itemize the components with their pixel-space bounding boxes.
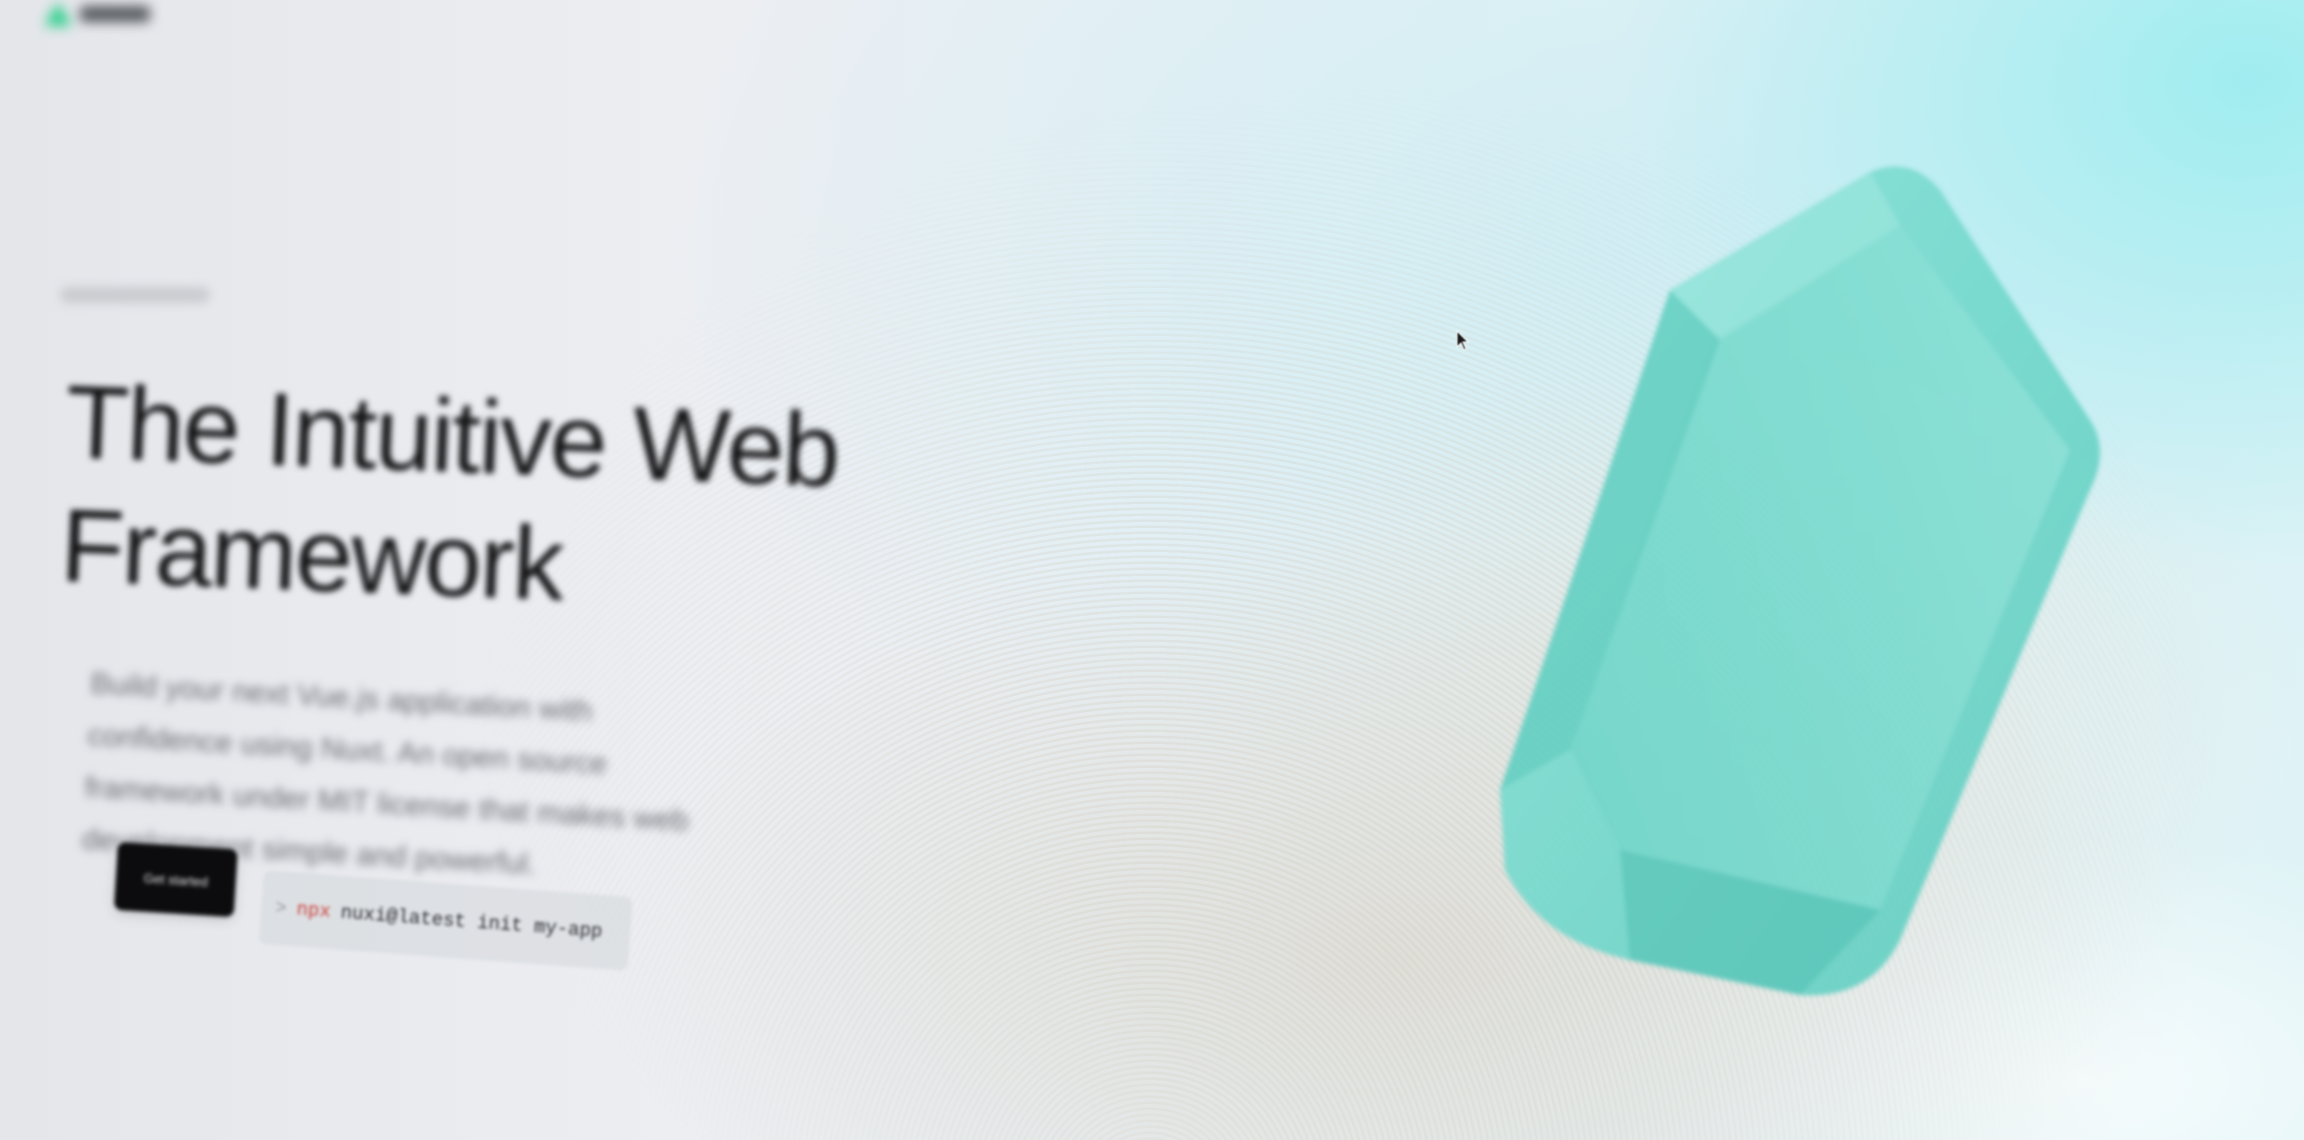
- hero-headline: The Intuitive Web Framework: [58, 363, 841, 624]
- brand-logo-icon[interactable]: [36, 0, 156, 32]
- command-binary: npx: [295, 898, 332, 923]
- announcement-pill: [60, 287, 210, 303]
- crystal-illustration: [1500, 166, 2100, 996]
- mouse-cursor-icon: [1456, 330, 1470, 351]
- command-prompt: >: [274, 896, 288, 920]
- cta-wrapper: Get started: [113, 842, 238, 918]
- get-started-button[interactable]: Get started: [113, 842, 238, 918]
- command-args: nuxi@latest init my-app: [339, 901, 604, 943]
- announcement-badge[interactable]: [60, 284, 220, 306]
